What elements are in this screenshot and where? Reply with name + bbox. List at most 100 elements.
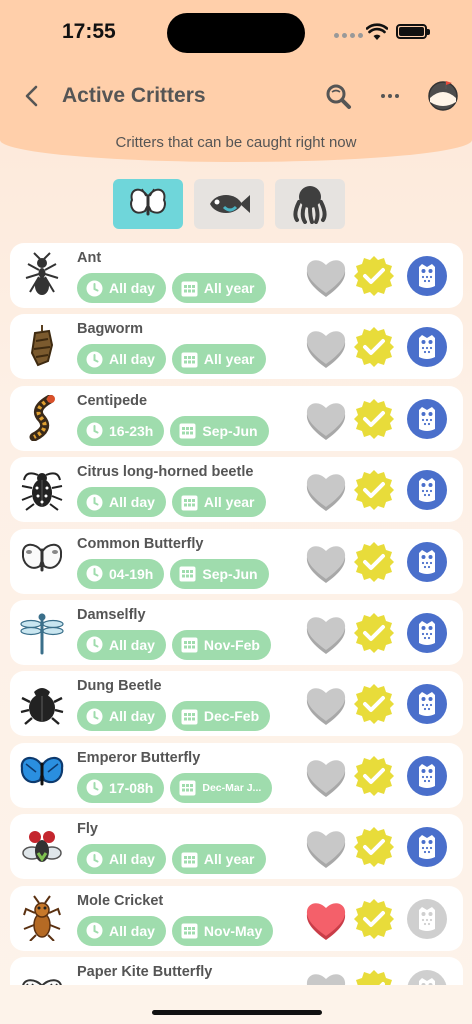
critter-row-centipede[interactable]: Centipede 16-23h Sep-Jun [10, 385, 463, 451]
caught-check-icon[interactable] [353, 541, 395, 583]
clock-icon [86, 422, 103, 439]
caught-check-icon[interactable] [353, 755, 395, 797]
critter-availability: All day All year [77, 487, 266, 518]
museum-owl-icon[interactable] [406, 826, 448, 868]
time-chip: All day [77, 273, 166, 303]
clock-icon [86, 779, 103, 796]
months-chip: Dec-Mar J... [170, 772, 273, 803]
category-tabs [113, 179, 345, 229]
signal-icon [334, 33, 363, 38]
ant-icon [20, 252, 64, 298]
critter-row-ant[interactable]: Ant All day All year [10, 243, 463, 308]
time-chip: All day [77, 844, 166, 875]
critter-row-bagworm[interactable]: Bagworm All day All year [10, 314, 463, 380]
favorite-heart-icon[interactable] [304, 900, 348, 940]
museum-owl-icon[interactable] [406, 398, 448, 440]
museum-owl-icon[interactable] [406, 755, 448, 797]
time-text: 17-08h [109, 779, 154, 796]
caught-check-icon[interactable] [353, 255, 395, 297]
time-chip: All day [77, 629, 166, 660]
museum-owl-icon[interactable] [406, 469, 448, 511]
caught-check-icon[interactable] [353, 826, 395, 868]
search-button[interactable] [324, 82, 352, 110]
tab-fish[interactable] [194, 179, 264, 229]
calendar-icon [181, 637, 198, 653]
clock-icon [86, 280, 103, 296]
time-chip: 17-08h [77, 772, 165, 803]
emperor-butterfly-icon [20, 752, 64, 798]
museum-owl-icon[interactable] [406, 541, 448, 583]
time-chip: All day [77, 915, 166, 946]
critter-row-emperor-butterfly[interactable]: Emperor Butterfly 17-08h Dec-Mar J... [10, 742, 463, 808]
tab-sea-creatures[interactable] [275, 179, 345, 229]
profile-avatar[interactable] [426, 78, 460, 112]
header: Active Critters Critters that can be cau… [0, 62, 472, 162]
caught-check-icon[interactable] [353, 612, 395, 654]
favorite-heart-icon[interactable] [304, 685, 348, 726]
favorite-heart-icon[interactable] [304, 543, 348, 583]
museum-owl-icon[interactable] [406, 683, 448, 725]
museum-owl-icon[interactable] [406, 612, 448, 654]
critter-availability: All day Nov-May [77, 915, 274, 946]
back-button[interactable] [18, 82, 46, 110]
months-chip: Nov-Feb [171, 629, 271, 660]
wifi-icon [366, 23, 388, 40]
critter-row-damselfly[interactable]: Damselfly All day Nov-Feb [10, 599, 463, 665]
time-chip: 04-19h [77, 558, 165, 589]
caught-check-icon[interactable] [353, 683, 395, 725]
caught-check-icon[interactable] [353, 398, 395, 440]
butterfly-icon [20, 538, 64, 584]
months-text: Sep-Jun [202, 422, 258, 439]
caught-check-icon[interactable] [353, 469, 395, 511]
critter-name: Emperor Butterfly [77, 749, 201, 766]
critter-availability: 16-23h Sep-Jun [77, 415, 269, 446]
critter-name: Bagworm [77, 321, 144, 338]
critter-name: Fly [77, 821, 98, 838]
critter-availability: All day All year [77, 844, 266, 875]
calendar-icon [179, 780, 196, 796]
home-indicator[interactable] [152, 1010, 322, 1015]
months-text: All year [203, 351, 255, 368]
critter-availability: 17-08h Dec-Mar J... [77, 772, 273, 803]
favorite-heart-icon[interactable] [304, 614, 348, 654]
caught-check-icon[interactable] [353, 326, 395, 368]
months-text: All year [203, 851, 255, 868]
status-time: 17:55 [62, 20, 116, 43]
time-text: All day [109, 494, 155, 511]
calendar-icon [181, 923, 198, 939]
critter-row-common-butterfly[interactable]: Common Butterfly 04-19h Sep-Jun [10, 528, 463, 594]
more-button[interactable] [378, 86, 402, 106]
time-chip: All day [77, 487, 166, 518]
months-chip: All year [171, 487, 266, 518]
critter-row-mole-cricket[interactable]: Mole Cricket All day Nov-May [10, 885, 463, 951]
critter-row-citrus-long-horned-beetle[interactable]: Citrus long-horned beetle All day All ye… [10, 457, 463, 523]
favorite-heart-icon[interactable] [304, 257, 348, 297]
favorite-heart-icon[interactable] [304, 828, 348, 869]
favorite-heart-icon[interactable] [304, 471, 348, 512]
critter-availability: All day All year [77, 344, 266, 375]
critter-row-fly[interactable]: Fly All day All year [10, 814, 463, 880]
time-text: All day [109, 280, 155, 296]
months-text: Dec-Feb [203, 708, 260, 725]
tab-insects[interactable] [113, 179, 183, 229]
fish-icon [210, 195, 250, 213]
critter-name: Paper Kite Butterfly [77, 963, 213, 980]
favorite-heart-icon[interactable] [304, 757, 348, 797]
museum-owl-icon[interactable] [406, 326, 448, 368]
critter-name: Mole Cricket [77, 892, 164, 909]
clock-icon [86, 636, 103, 653]
critter-row-dung-beetle[interactable]: Dung Beetle All day Dec-Feb [10, 671, 463, 737]
butterfly-icon [130, 188, 166, 216]
time-text: All day [109, 922, 155, 939]
caught-check-icon[interactable] [353, 898, 395, 940]
time-text: All day [109, 708, 155, 725]
months-text: Nov-May [203, 922, 263, 939]
museum-owl-icon[interactable] [406, 898, 448, 940]
museum-owl-icon[interactable] [406, 255, 448, 297]
fly-icon [20, 823, 64, 869]
months-chip: Dec-Feb [171, 701, 271, 732]
favorite-heart-icon[interactable] [304, 328, 348, 369]
favorite-heart-icon[interactable] [304, 400, 348, 440]
critter-name: Common Butterfly [77, 535, 204, 552]
page-subtitle: Critters that can be caught right now [115, 134, 357, 151]
